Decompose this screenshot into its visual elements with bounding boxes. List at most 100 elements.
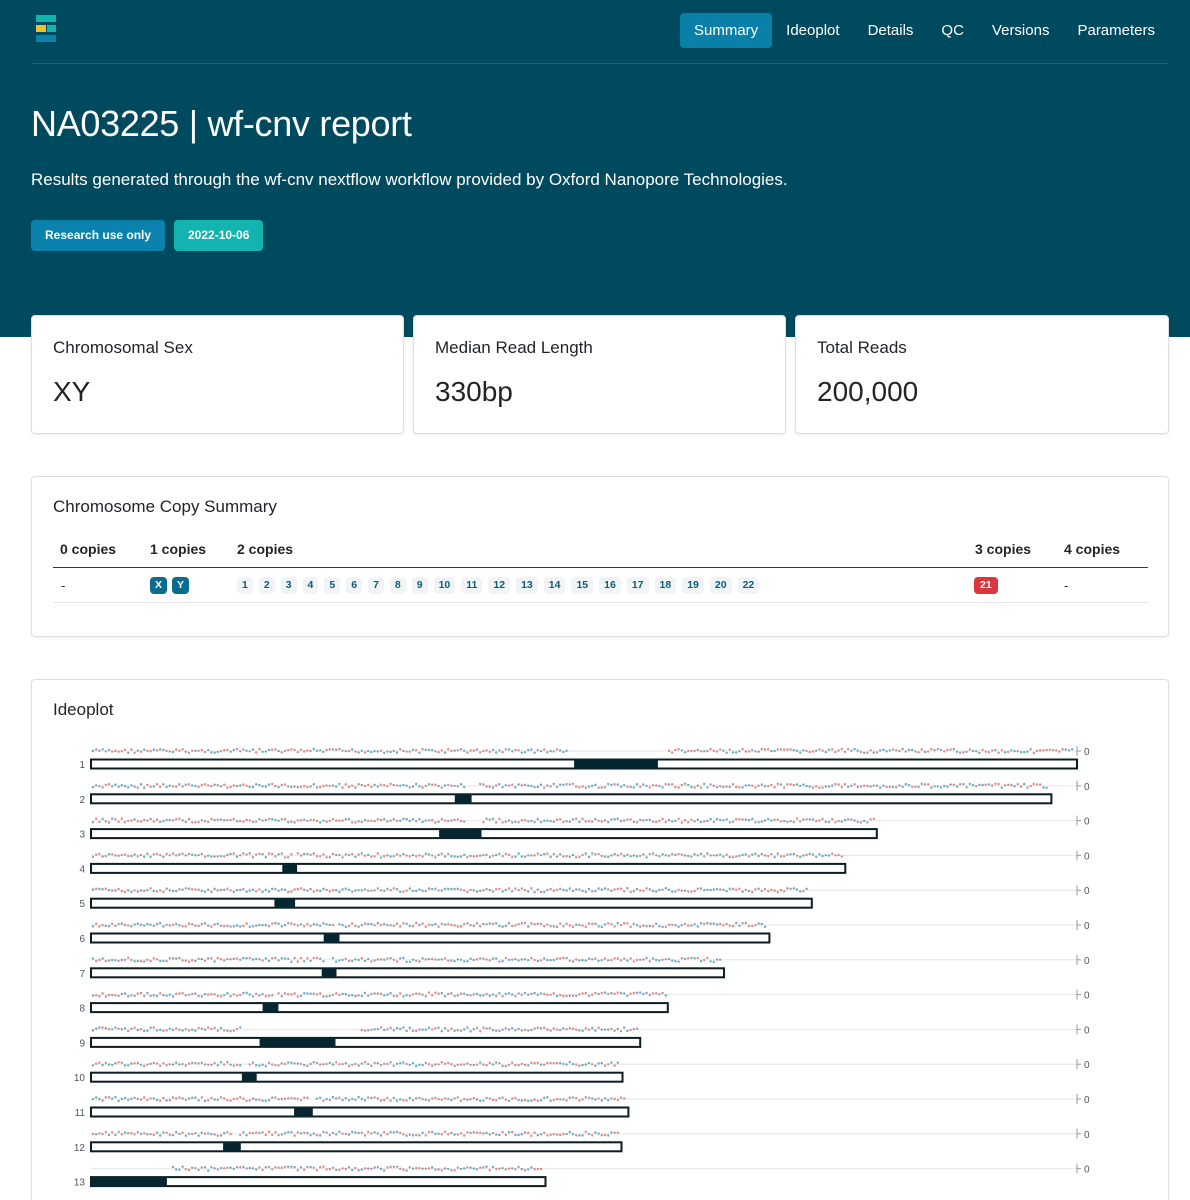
coverage-point (117, 1130, 120, 1134)
coverage-point (136, 1097, 139, 1101)
coverage-point (203, 1063, 207, 1066)
coverage-point (421, 1098, 424, 1101)
coverage-point (133, 960, 136, 963)
coverage-point (306, 992, 309, 995)
coverage-point (191, 749, 194, 752)
coverage-point (251, 1167, 255, 1170)
coverage-point (421, 889, 424, 892)
coverage-point (507, 819, 511, 822)
coverage-point (101, 748, 104, 751)
nav-qc[interactable]: QC (927, 13, 978, 48)
coverage-point (635, 958, 639, 962)
coverage-point (479, 1061, 482, 1064)
coverage-point (91, 1098, 95, 1101)
coverage-point (287, 1165, 290, 1169)
nav-summary[interactable]: Summary (679, 13, 773, 48)
coverage-point (245, 818, 248, 822)
coverage-point (808, 852, 811, 856)
coverage-point (607, 959, 610, 962)
coverage-point (184, 1134, 187, 1137)
coverage-point (271, 852, 274, 856)
coverage-point (821, 854, 824, 858)
coverage-point (357, 1095, 360, 1099)
coverage-point (184, 1064, 187, 1067)
coverage-point (303, 784, 306, 788)
nav-parameters[interactable]: Parameters (1063, 13, 1169, 48)
coverage-point (303, 1131, 306, 1134)
coverage-point (363, 1099, 367, 1102)
coverage-point (328, 856, 331, 859)
coverage-point (821, 749, 824, 752)
coverage-point (120, 750, 124, 753)
coverage-point (555, 957, 559, 960)
nav-details[interactable]: Details (854, 13, 928, 48)
coverage-point (837, 853, 840, 857)
coverage-point (143, 855, 146, 858)
coverage-point (168, 784, 171, 787)
chromosome-chip: X (150, 577, 168, 594)
coverage-point (376, 921, 379, 925)
coverage-point (431, 818, 434, 822)
coverage-point (498, 992, 501, 995)
coverage-point (296, 1097, 299, 1100)
coverage-point (299, 785, 303, 789)
coverage-point (264, 888, 267, 892)
coverage-point (690, 924, 693, 927)
coverage-point (507, 958, 511, 962)
coverage-point (143, 889, 146, 893)
coverage-point (607, 821, 610, 824)
coverage-point (463, 1028, 466, 1031)
coverage-point (98, 925, 101, 928)
coverage-point (274, 1131, 277, 1134)
nav-versions[interactable]: Versions (978, 13, 1064, 48)
coverage-point (511, 1027, 514, 1030)
nav-ideoplot[interactable]: Ideoplot (772, 13, 853, 48)
coverage-point (207, 924, 210, 927)
coverage-point (322, 922, 325, 925)
coverage-point (703, 855, 706, 858)
coverage-point (427, 1099, 431, 1102)
coverage-point (965, 786, 968, 789)
coverage-point (184, 1168, 187, 1171)
coverage-point (261, 1168, 264, 1172)
coverage-point (280, 1133, 283, 1136)
coverage-point (779, 820, 783, 823)
coverage-point (223, 819, 226, 822)
coverage-point (277, 819, 280, 822)
coverage-point (197, 924, 200, 928)
ideoplot-chart: 010203040506070809010011012013 (74, 746, 1090, 1189)
coverage-point (181, 748, 184, 751)
ideoplot-axis-label: 0 (1084, 886, 1090, 897)
coverage-point (539, 1133, 543, 1136)
coverage-point (696, 854, 699, 857)
coverage-point (591, 922, 594, 926)
coverage-point (754, 888, 757, 891)
coverage-point (168, 854, 171, 857)
coverage-point (162, 890, 165, 894)
coverage-point (747, 818, 751, 822)
coverage-point (171, 923, 175, 927)
coverage-point (616, 854, 619, 857)
coverage-point (882, 784, 885, 787)
coverage-point (223, 1097, 226, 1100)
coverage-point (120, 992, 124, 996)
chromosome-chip: 4 (302, 577, 319, 594)
coverage-point (152, 994, 155, 997)
coverage-point (219, 785, 223, 788)
coverage-point (319, 821, 322, 824)
coverage-point (152, 1097, 155, 1100)
coverage-point (527, 1131, 530, 1135)
coverage-point (827, 820, 831, 824)
coverage-point (146, 819, 149, 822)
coverage-point (296, 1169, 299, 1172)
coverage-point (376, 1097, 379, 1100)
coverage-point (264, 856, 267, 859)
coverage-point (443, 1097, 447, 1100)
coverage-point (731, 751, 735, 754)
coverage-point (386, 1062, 389, 1066)
coverage-point (235, 888, 239, 892)
coverage-point (818, 786, 821, 789)
centromere-block (259, 1037, 336, 1048)
coverage-point (549, 749, 552, 753)
coverage-point (335, 889, 338, 892)
